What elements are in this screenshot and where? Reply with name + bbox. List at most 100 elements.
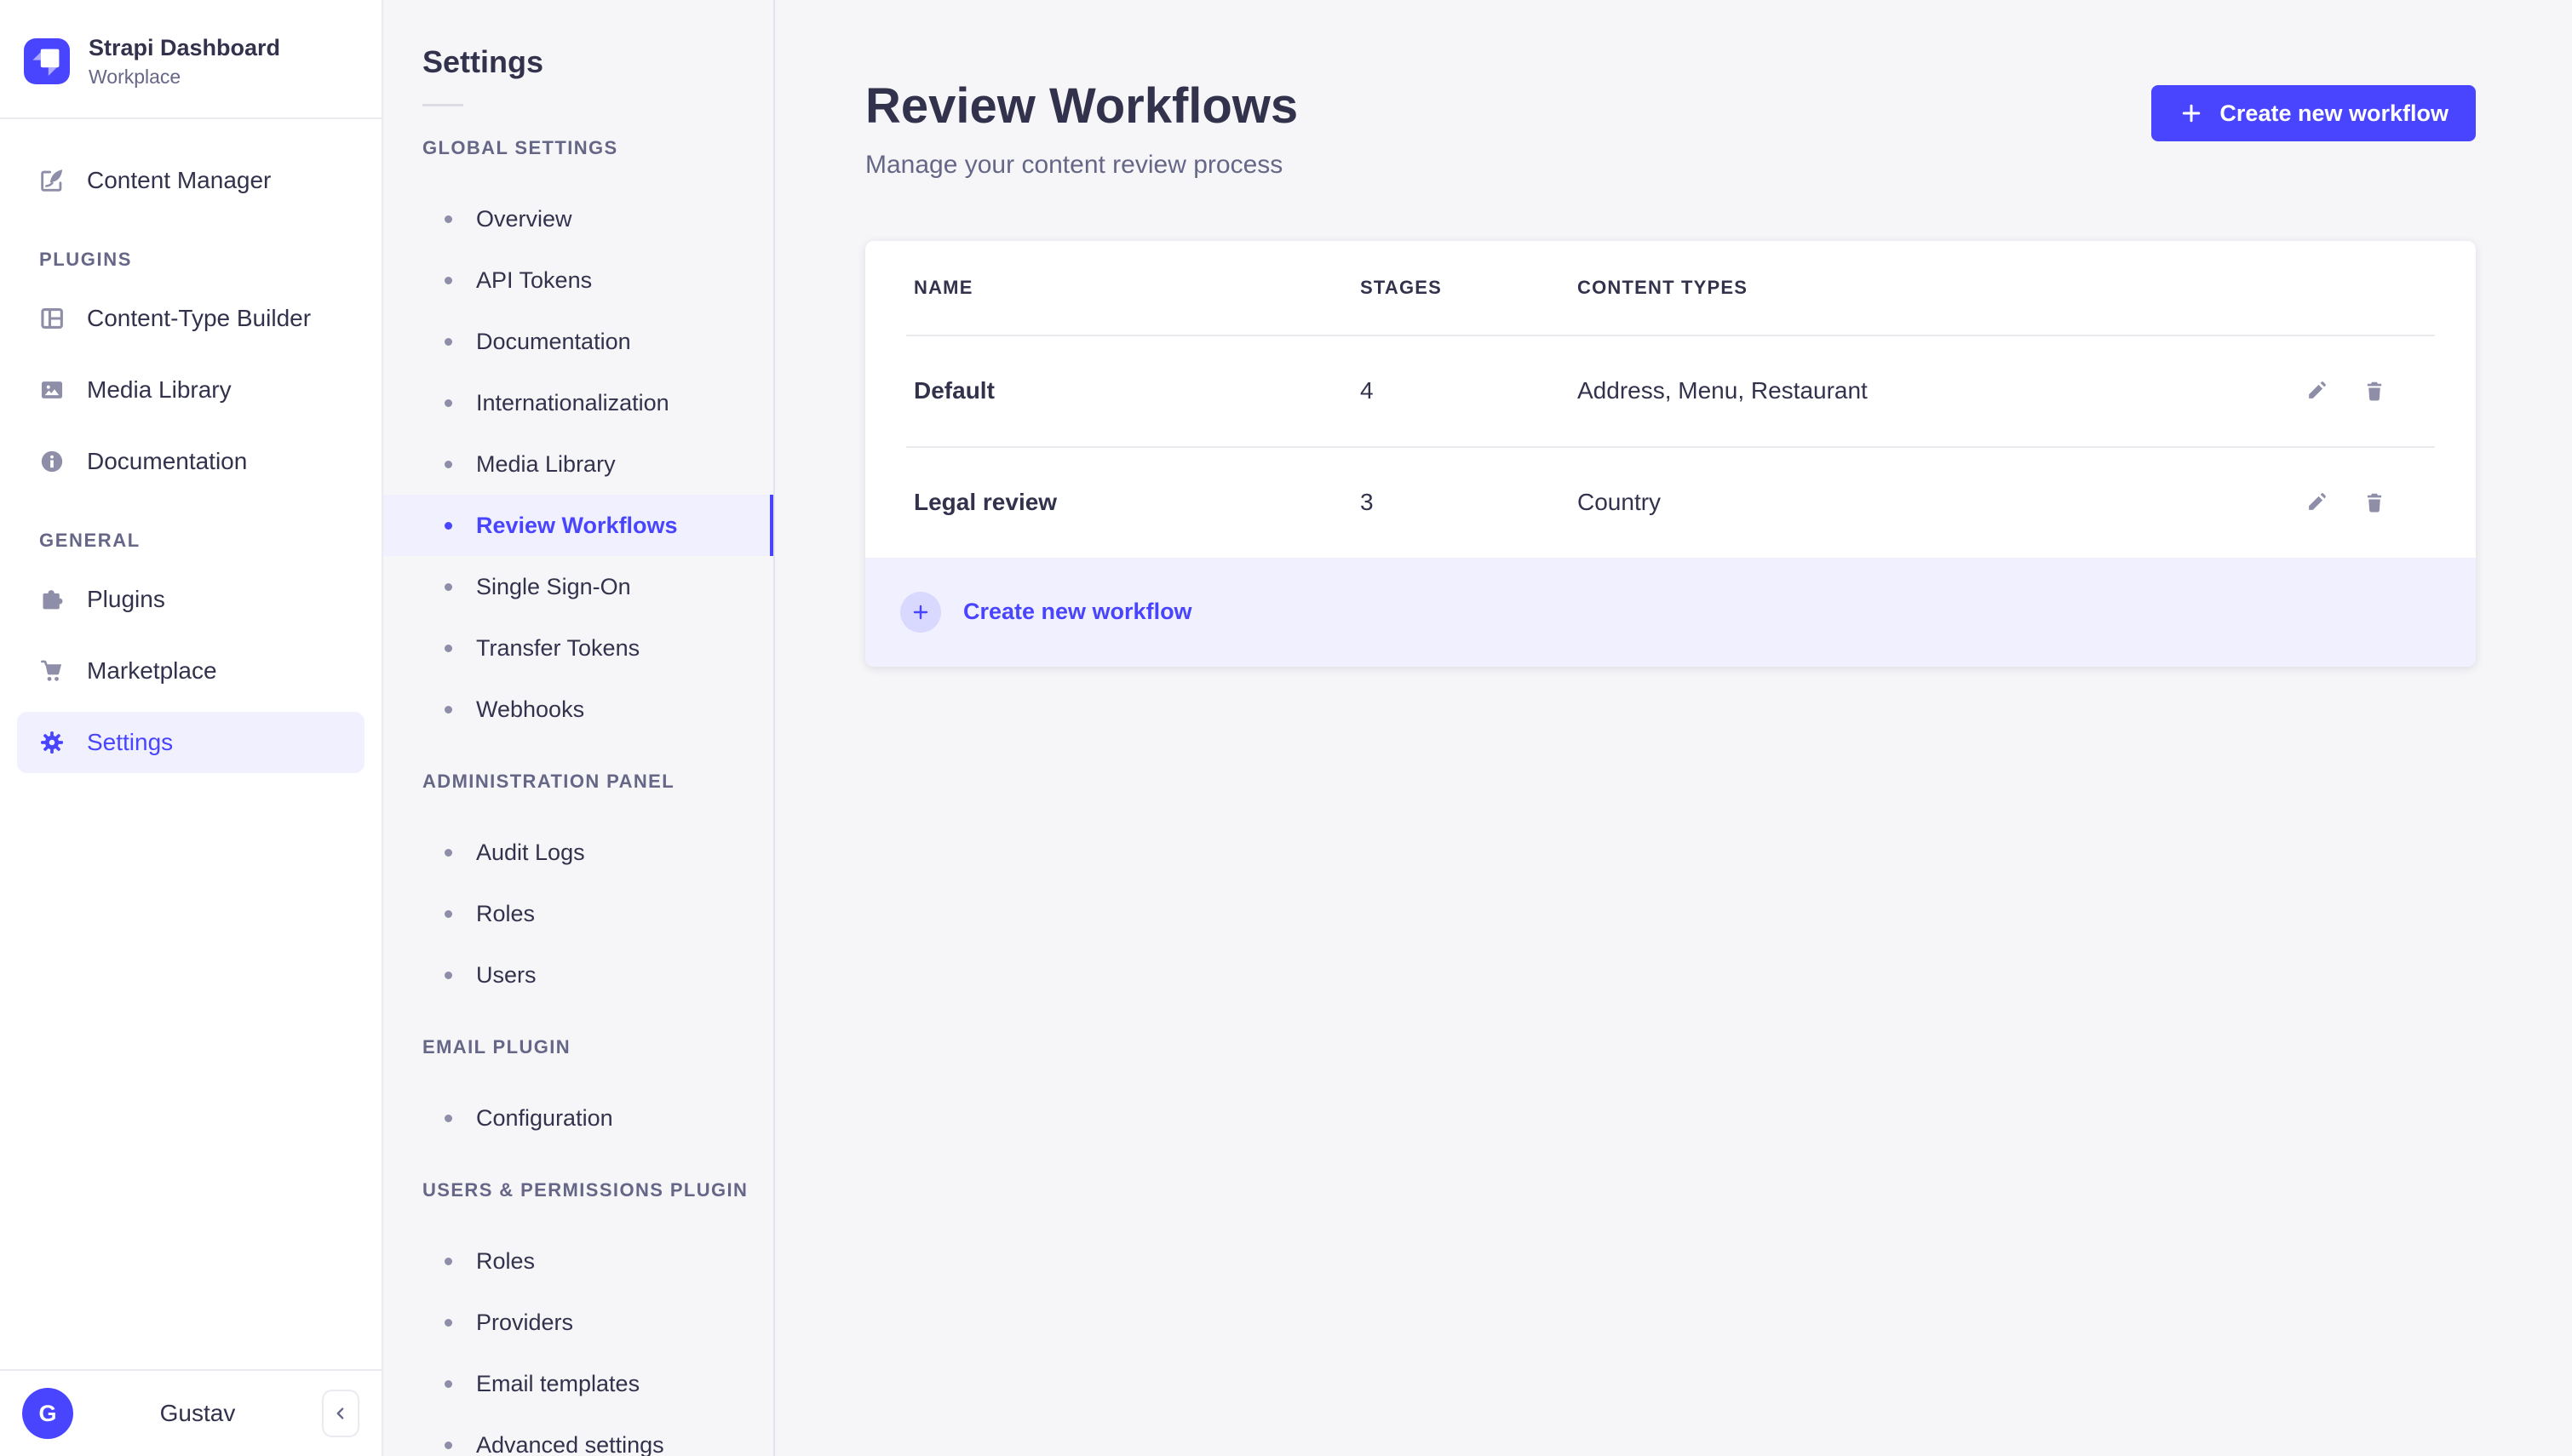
settings-nav-item-media-library[interactable]: Media Library [383, 433, 773, 495]
subnav-section-administration-panel: ADMINISTRATION PANEL [422, 771, 675, 792]
table-row-default: Default 4 Address, Menu, Restaurant [865, 336, 2476, 446]
workflow-name: Default [914, 377, 995, 404]
avatar[interactable]: G [22, 1388, 73, 1439]
sidebar-item-settings[interactable]: Settings [17, 711, 365, 773]
plugins-icon [37, 585, 66, 614]
settings-nav-item-users[interactable]: Users [383, 944, 773, 1006]
app-root: Strapi Dashboard Workplace Content Manag… [0, 0, 2572, 1456]
bullet-icon [445, 337, 452, 346]
settings-nav-item-review-workflows[interactable]: Review Workflows [383, 495, 773, 556]
sidebar-item-label: Content-Type Builder [87, 304, 312, 331]
sidebar-item-plugins[interactable]: Plugins [17, 569, 365, 630]
bullet-icon [445, 644, 452, 652]
bullet-icon [445, 848, 452, 857]
settings-nav-item-single-sign-on[interactable]: Single Sign-On [383, 556, 773, 617]
workspace-name: Workplace [89, 65, 181, 88]
sidebar-item-label: Plugins [87, 585, 165, 612]
settings-nav-item-transfer-tokens[interactable]: Transfer Tokens [383, 617, 773, 679]
edit-workflow-button[interactable] [2304, 490, 2329, 515]
sidebar-nav: Content Manager PLUGINS Content-Type Bui… [0, 119, 382, 1369]
sidebar-footer: G Gustav [0, 1369, 382, 1456]
subnav-title: Settings [422, 44, 544, 79]
plus-circle-icon [900, 591, 941, 633]
bullet-icon [445, 909, 452, 918]
content-type-builder-icon [37, 304, 66, 333]
create-workflow-row[interactable]: Create new workflow [865, 557, 2476, 667]
settings-nav-item-email-templates[interactable]: Email templates [383, 1353, 773, 1414]
subnav-divider [422, 104, 463, 106]
table-header-row: NAME STAGES CONTENT TYPES [865, 241, 2476, 335]
settings-gear-icon [37, 728, 66, 757]
page-header-text: Review Workflows Manage your content rev… [865, 78, 1298, 180]
settings-subnav: Settings GLOBAL SETTINGS Overview API To… [383, 0, 775, 1456]
sidebar-section-general: GENERAL [39, 529, 141, 551]
subnav-list-global: Overview API Tokens Documentation Intern… [383, 188, 773, 740]
sidebar-item-label: Documentation [87, 447, 248, 474]
marketplace-icon [37, 656, 66, 685]
subnav-section-global-settings: GLOBAL SETTINGS [422, 137, 618, 158]
sidebar-item-label: Media Library [87, 375, 232, 403]
subnav-list-admin: Audit Logs Roles Users [383, 822, 773, 1006]
settings-nav-item-audit-logs[interactable]: Audit Logs [383, 822, 773, 883]
main-content: Review Workflows Manage your content rev… [775, 0, 2572, 1456]
sidebar-item-content-manager[interactable]: Content Manager [17, 150, 365, 211]
bullet-icon [445, 582, 452, 591]
sidebar-item-marketplace[interactable]: Marketplace [17, 640, 365, 702]
create-workflow-link-label: Create new workflow [963, 599, 1192, 625]
settings-nav-item-admin-roles[interactable]: Roles [383, 883, 773, 944]
settings-nav-item-webhooks[interactable]: Webhooks [383, 679, 773, 740]
media-library-icon [37, 375, 66, 404]
bullet-icon [445, 460, 452, 468]
workflow-name: Legal review [914, 489, 1058, 516]
create-workflow-button[interactable]: Create new workflow [2151, 85, 2476, 141]
sidebar-section-plugins: PLUGINS [39, 248, 132, 270]
strapi-logo-icon [24, 37, 70, 84]
settings-nav-item-api-tokens[interactable]: API Tokens [383, 249, 773, 311]
sidebar-item-label: Marketplace [87, 656, 217, 684]
page-subtitle: Manage your content review process [865, 150, 1283, 179]
bullet-icon [445, 1379, 452, 1388]
settings-nav-item-overview[interactable]: Overview [383, 188, 773, 249]
table-row-legal-review: Legal review 3 Country [865, 448, 2476, 558]
bullet-icon [445, 1441, 452, 1449]
settings-nav-item-internationalization[interactable]: Internationalization [383, 372, 773, 433]
collapse-sidebar-button[interactable] [322, 1390, 359, 1437]
workflows-table: NAME STAGES CONTENT TYPES Default 4 Addr… [865, 240, 2476, 667]
row-actions [2304, 378, 2427, 404]
bullet-icon [445, 521, 452, 530]
bullet-icon [445, 971, 452, 979]
trash-icon [2362, 378, 2387, 404]
sidebar-item-documentation[interactable]: Documentation [17, 431, 365, 492]
workflow-content-types: Country [1577, 489, 1662, 516]
main-sidebar: Strapi Dashboard Workplace Content Manag… [0, 0, 383, 1456]
row-actions [2304, 490, 2427, 515]
content-manager-icon [37, 166, 66, 195]
workspace-switcher[interactable]: Strapi Dashboard Workplace [0, 0, 382, 119]
workflow-stages: 4 [1360, 377, 1374, 404]
settings-nav-item-configuration[interactable]: Configuration [383, 1087, 773, 1149]
documentation-icon [37, 447, 66, 476]
settings-nav-item-advanced-settings[interactable]: Advanced settings [383, 1414, 773, 1456]
page-title: Review Workflows [865, 78, 1299, 134]
column-header-stages: STAGES [1360, 276, 1443, 298]
delete-workflow-button[interactable] [2362, 378, 2387, 404]
bullet-icon [445, 276, 452, 284]
workflow-stages: 3 [1360, 489, 1374, 516]
bullet-icon [445, 1257, 452, 1265]
subnav-section-email-plugin: EMAIL PLUGIN [422, 1036, 571, 1058]
sidebar-item-label: Settings [87, 728, 174, 755]
column-header-content-types: CONTENT TYPES [1577, 276, 1748, 298]
bullet-icon [445, 705, 452, 714]
sidebar-item-content-type-builder[interactable]: Content-Type Builder [17, 288, 365, 349]
trash-icon [2362, 490, 2387, 515]
edit-workflow-button[interactable] [2304, 378, 2329, 404]
workspace-text: Strapi Dashboard Workplace [89, 34, 280, 89]
page-header: Review Workflows Manage your content rev… [865, 78, 2476, 180]
sidebar-item-media-library[interactable]: Media Library [17, 359, 365, 421]
settings-nav-item-up-roles[interactable]: Roles [383, 1230, 773, 1292]
subnav-section-users-permissions-plugin: USERS & PERMISSIONS PLUGIN [422, 1179, 749, 1201]
settings-nav-item-providers[interactable]: Providers [383, 1292, 773, 1353]
delete-workflow-button[interactable] [2362, 490, 2387, 515]
plus-icon [2179, 100, 2204, 126]
settings-nav-item-documentation[interactable]: Documentation [383, 311, 773, 372]
